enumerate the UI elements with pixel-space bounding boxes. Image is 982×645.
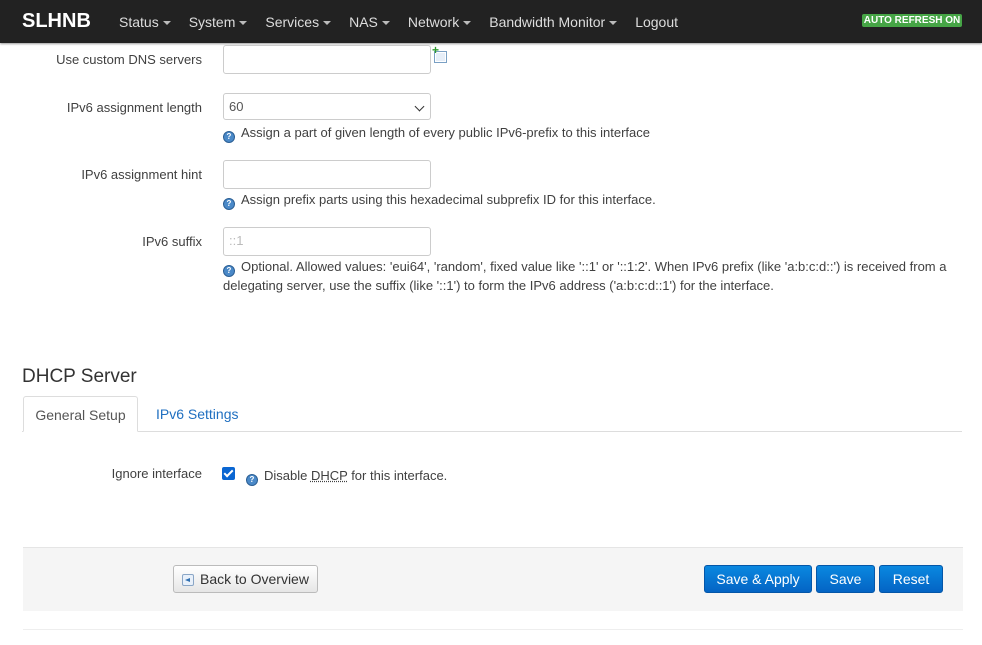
ipv6-suffix-help: ? Optional. Allowed values: 'eui64', 'ran…	[223, 258, 963, 295]
top-navbar: SLHNB Status System Services NAS Network…	[0, 0, 982, 43]
chevron-down-icon	[609, 20, 618, 25]
chevron-down-icon	[463, 20, 472, 25]
back-arrow-icon	[182, 574, 195, 586]
custom-dns-input[interactable]	[223, 45, 431, 74]
chevron-down-icon	[414, 101, 425, 112]
ipv6-assign-length-value: 60	[229, 99, 244, 114]
help-icon: ?	[246, 474, 258, 486]
help-icon: ?	[223, 131, 235, 143]
save-apply-button[interactable]: Save & Apply	[704, 565, 812, 593]
nav-logout[interactable]: Logout	[626, 14, 687, 30]
nav-logout-label: Logout	[635, 13, 679, 30]
nav-status-label: Status	[119, 13, 159, 30]
nav-bandwidth-monitor[interactable]: Bandwidth Monitor	[480, 14, 626, 30]
nav-system[interactable]: System	[180, 14, 257, 30]
dhcp-abbr: DHCP	[310, 468, 348, 483]
ipv6-assign-length-select[interactable]: 60	[223, 93, 431, 120]
nav-system-label: System	[188, 13, 236, 30]
nav-nas[interactable]: NAS	[340, 14, 399, 30]
help-icon: ?	[223, 198, 235, 210]
add-dns-icon[interactable]	[432, 43, 447, 63]
chevron-down-icon	[239, 20, 248, 25]
nav-bandwidth-monitor-label: Bandwidth Monitor	[489, 13, 606, 30]
nav-network[interactable]: Network	[399, 14, 480, 30]
ipv6-assign-hint-input[interactable]	[223, 160, 431, 189]
chevron-down-icon	[323, 20, 332, 25]
nav-nas-label: NAS	[349, 13, 378, 30]
ignore-interface-help: ? Disable DHCP for this interface.	[246, 467, 447, 486]
bottom-divider	[23, 629, 963, 630]
ignore-help-suffix: for this interface.	[347, 468, 448, 483]
chevron-down-icon	[162, 20, 171, 25]
back-to-overview-label: Back to Overview	[200, 571, 309, 587]
ipv6-suffix-help-line1: Optional. Allowed values: 'eui64', 'rand…	[241, 259, 947, 274]
ipv6-assign-length-help-text: Assign a part of given length of every p…	[241, 125, 650, 140]
dhcp-section-title: DHCP Server	[22, 366, 137, 387]
main-nav: Status System Services NAS Network Bandw…	[110, 0, 687, 43]
ipv6-assign-length-help: ? Assign a part of given length of every …	[223, 124, 650, 143]
help-icon: ?	[223, 265, 235, 277]
chevron-down-icon	[381, 20, 390, 25]
ipv6-assign-hint-help: ? Assign prefix parts using this hexadeci…	[223, 191, 656, 210]
nav-status[interactable]: Status	[110, 14, 180, 30]
brand-logo[interactable]: SLHNB	[22, 10, 91, 33]
back-to-overview-button[interactable]: Back to Overview	[173, 565, 318, 593]
save-button[interactable]: Save	[816, 565, 875, 593]
ignore-interface-label: Ignore interface	[111, 466, 202, 481]
tab-ipv6-settings[interactable]: IPv6 Settings	[156, 396, 239, 432]
ignore-interface-checkbox[interactable]	[222, 467, 235, 480]
nav-network-label: Network	[407, 13, 460, 30]
tab-general-setup[interactable]: General Setup	[23, 396, 138, 432]
ipv6-suffix-help-line2: delegating server, use the suffix (like …	[223, 278, 774, 293]
ipv6-suffix-input[interactable]: ::1	[223, 227, 431, 256]
ipv6-suffix-label: IPv6 suffix	[142, 234, 202, 249]
ipv6-assign-hint-help-text: Assign prefix parts using this hexadecim…	[241, 192, 656, 207]
reset-button[interactable]: Reset	[879, 565, 943, 593]
nav-services[interactable]: Services	[256, 14, 340, 30]
ignore-help-prefix: Disable	[264, 468, 311, 483]
custom-dns-label: Use custom DNS servers	[56, 52, 202, 67]
nav-services-label: Services	[265, 13, 320, 30]
ipv6-assign-hint-label: IPv6 assignment hint	[81, 167, 202, 182]
auto-refresh-badge[interactable]: AUTO REFRESH ON	[862, 14, 962, 27]
ipv6-assign-length-label: IPv6 assignment length	[66, 100, 202, 115]
